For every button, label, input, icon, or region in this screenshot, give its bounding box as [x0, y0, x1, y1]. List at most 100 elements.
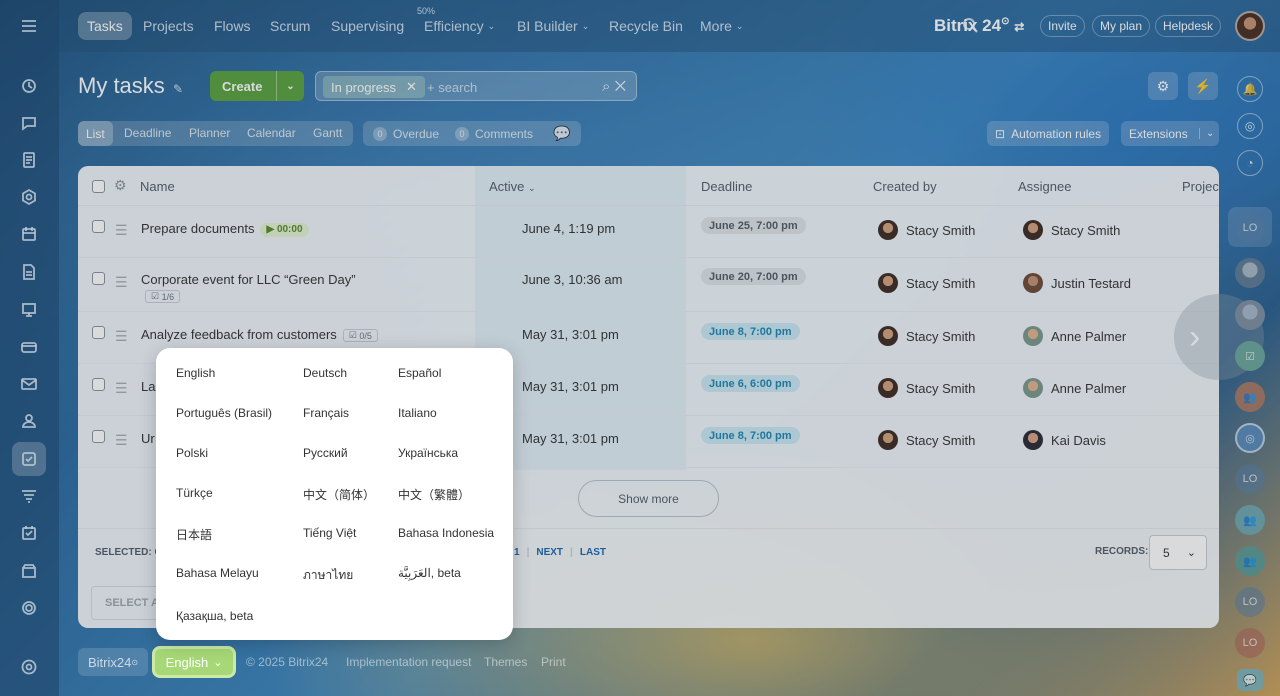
tab-tasks[interactable]: Tasks [78, 12, 132, 40]
extensions-button[interactable]: Extensions ⌄ [1121, 121, 1219, 146]
table-row[interactable]: ☰ Prepare documents ▶ 00:00 June 4, 1:19 … [78, 206, 1219, 258]
board-icon[interactable] [15, 296, 43, 324]
mail-icon[interactable] [15, 370, 43, 398]
avatar[interactable]: LO [1235, 587, 1265, 617]
row-checkbox[interactable] [92, 272, 105, 285]
language-option[interactable]: English [176, 366, 215, 380]
assignee[interactable]: Kai Davis [1023, 430, 1106, 450]
view-deadline[interactable]: Deadline [124, 126, 171, 140]
tasks-chat-icon[interactable]: ☑ [1235, 341, 1265, 371]
tab-more[interactable]: More ⌄ [691, 12, 752, 40]
language-option[interactable]: Italiano [398, 406, 437, 420]
gear-icon[interactable]: ⚙ [1148, 72, 1178, 100]
funnel-icon[interactable] [15, 482, 43, 510]
language-option[interactable]: Bahasa Indonesia [398, 526, 494, 540]
tab-recycle-bin[interactable]: Recycle Bin [600, 12, 692, 40]
group-chat-icon[interactable]: 👥 [1235, 382, 1265, 412]
tab-projects[interactable]: Projects [134, 12, 203, 40]
close-icon[interactable]: ✕ [406, 79, 417, 95]
drag-handle-icon[interactable]: ☰ [115, 274, 128, 291]
column-project[interactable]: Projec [1182, 179, 1219, 194]
deadline-badge[interactable]: June 8, 7:00 pm [701, 427, 800, 444]
helpdesk-button[interactable]: Helpdesk [1155, 15, 1222, 37]
column-created-by[interactable]: Created by [873, 179, 937, 194]
avatar[interactable] [1235, 258, 1265, 288]
language-option[interactable]: ภาษาไทย [303, 566, 353, 585]
created-by[interactable]: Stacy Smith [878, 220, 975, 240]
deadline-badge[interactable]: June 20, 7:00 pm [701, 268, 806, 285]
assignee[interactable]: Stacy Smith [1023, 220, 1120, 240]
create-button[interactable]: Create ⌄ [210, 71, 304, 101]
team-chat-icon[interactable]: 👥 [1235, 505, 1265, 535]
records-select[interactable]: 5 ⌄ [1149, 535, 1207, 570]
language-option[interactable]: Русский [303, 446, 348, 460]
show-more-button[interactable]: Show more [578, 480, 719, 517]
chevron-down-icon[interactable]: ⌄ [1199, 128, 1214, 139]
store-icon[interactable] [15, 557, 43, 585]
language-option[interactable]: Deutsch [303, 366, 347, 380]
created-by[interactable]: Stacy Smith [878, 326, 975, 346]
next-page-link[interactable]: NEXT [536, 547, 563, 558]
task-name[interactable]: Analyze feedback from customers ☑ 0/5 [141, 327, 378, 343]
planner-icon[interactable] [15, 519, 43, 547]
language-option[interactable]: Português (Brasil) [176, 406, 272, 420]
assignee[interactable]: Justin Testard [1023, 273, 1131, 293]
chat-bubble-icon[interactable]: 💬 [1237, 669, 1263, 691]
view-list[interactable]: List [78, 121, 113, 146]
created-by[interactable]: Stacy Smith [878, 430, 975, 450]
menu-icon[interactable] [15, 12, 43, 40]
column-name[interactable]: Name [140, 179, 175, 194]
overdue-counter[interactable]: 0 Overdue [373, 127, 439, 141]
created-by[interactable]: Stacy Smith [878, 378, 975, 398]
row-checkbox[interactable] [92, 220, 105, 233]
language-option[interactable]: Bahasa Melayu [176, 566, 259, 580]
tab-bi-builder[interactable]: BI Builder ⌄ [508, 12, 598, 40]
hexagon-icon[interactable] [15, 183, 43, 211]
tab-efficiency[interactable]: 50% Efficiency ⌄ [415, 6, 504, 40]
tab-scrum[interactable]: Scrum [261, 12, 319, 40]
search-input[interactable]: + search [427, 80, 477, 95]
language-option[interactable]: Қазақша, beta [176, 609, 253, 623]
user-avatar[interactable] [1235, 11, 1265, 41]
lightning-icon[interactable]: ⚡ [1188, 72, 1218, 100]
drag-handle-icon[interactable]: ☰ [115, 432, 128, 449]
my-plan-button[interactable]: My plan [1092, 15, 1151, 37]
language-option[interactable]: Polski [176, 446, 208, 460]
feed-icon[interactable] [15, 72, 43, 100]
drag-handle-icon[interactable]: ☰ [115, 222, 128, 239]
row-checkbox[interactable] [92, 326, 105, 339]
row-checkbox[interactable] [92, 378, 105, 391]
language-option[interactable]: Tiếng Việt [303, 526, 356, 540]
tasks-icon[interactable] [12, 442, 46, 476]
filter-search-box[interactable]: In progress ✕ + search ⌕ ✕ [315, 71, 637, 101]
file-icon[interactable] [15, 258, 43, 286]
messenger-icon[interactable]: ◔ [1237, 150, 1263, 176]
row-checkbox[interactable] [92, 430, 105, 443]
page-1[interactable]: 1 [514, 547, 520, 558]
calendar-icon[interactable] [15, 220, 43, 248]
task-name[interactable]: Corporate event for LLC “Green Day” [141, 272, 356, 287]
language-option[interactable]: 日本語 [176, 526, 212, 543]
task-name[interactable]: La [141, 379, 155, 394]
language-option[interactable]: 中文（繁體） [398, 486, 470, 503]
select-all-checkbox[interactable] [92, 180, 105, 193]
avatar[interactable]: LO [1235, 213, 1265, 243]
print-link[interactable]: Print [541, 655, 566, 669]
timer-badge[interactable]: ▶ 00:00 [260, 222, 309, 237]
target-icon[interactable] [15, 594, 43, 622]
language-option[interactable]: العَرَبِيَّة, beta [398, 566, 461, 580]
chat-read-icon[interactable]: 💬 [553, 125, 570, 142]
avatar[interactable]: LO [1235, 464, 1265, 494]
copilot-chat-icon[interactable]: ◎ [1235, 423, 1265, 453]
drag-handle-icon[interactable]: ☰ [115, 328, 128, 345]
language-option[interactable]: Español [398, 366, 441, 380]
deadline-badge[interactable]: June 25, 7:00 pm [701, 217, 806, 234]
implementation-request-link[interactable]: Implementation request [346, 655, 471, 669]
chat-icon[interactable] [15, 109, 43, 137]
search-icon[interactable]: ⌕ ✕ [602, 78, 626, 95]
document-icon[interactable] [15, 146, 43, 174]
chevron-down-icon[interactable]: ⌄ [276, 71, 304, 101]
filter-chip[interactable]: In progress ✕ [323, 76, 425, 98]
settings-icon[interactable] [15, 653, 43, 681]
avatar[interactable]: LO [1235, 628, 1265, 658]
